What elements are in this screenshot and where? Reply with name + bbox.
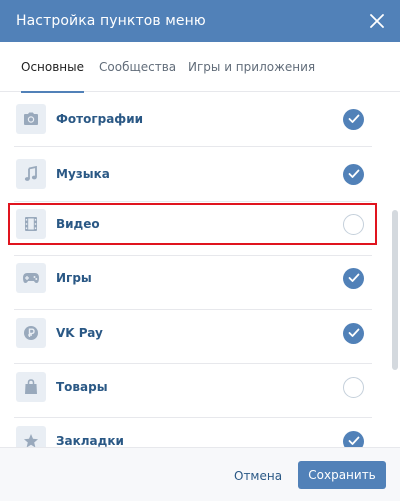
modal-title: Настройка пунктов меню [16,13,206,29]
menu-item-games[interactable]: Игры [0,251,386,305]
scrollbar[interactable] [390,92,400,447]
vkpay-icon [24,326,38,340]
item-label: Видео [56,217,100,231]
star-icon [24,434,38,447]
item-icon-box [16,372,46,402]
item-icon-box [16,318,46,348]
tab-games-apps[interactable]: Игры и приложения [188,42,315,92]
item-checkbox-unchecked[interactable] [343,376,364,398]
scrollbar-thumb[interactable] [392,210,398,370]
menu-items-list: Фотографии Музыка Видео Игры VK Pay Това… [0,92,386,447]
modal-footer: Отмена Сохранить [0,447,400,501]
modal-header: Настройка пунктов меню [0,0,400,42]
menu-item-bookmarks[interactable]: Закладки [0,414,386,447]
tab-main[interactable]: Основные [21,42,85,93]
close-button[interactable] [364,8,390,34]
item-icon-box [16,263,46,293]
item-icon-box [16,159,46,189]
item-checkbox-checked[interactable] [343,267,364,289]
item-label: Музыка [56,167,110,181]
item-checkbox-checked[interactable] [343,108,364,130]
menu-item-video[interactable]: Видео [0,197,386,251]
checkmark-icon [348,273,359,282]
tab-label: Игры и приложения [188,60,316,74]
music-note-icon [24,166,37,181]
item-icon-box [16,104,46,134]
checkmark-icon [348,328,359,337]
tab-label: Основные [21,60,85,74]
item-checkbox-checked[interactable] [343,430,364,447]
checkmark-icon [348,114,359,123]
shopping-bag-icon [25,379,37,394]
film-icon [25,217,37,231]
item-icon-box [16,426,46,447]
item-label: VK Pay [56,326,103,340]
checkmark-icon [348,169,359,178]
tab-label: Сообщества [99,60,177,74]
menu-item-music[interactable]: Музыка [0,147,386,201]
save-button[interactable]: Сохранить [298,461,386,489]
item-label: Закладки [56,434,124,447]
item-checkbox-checked[interactable] [343,163,364,185]
close-icon [370,14,384,28]
tab-communities[interactable]: Сообщества [99,42,176,92]
item-icon-box [16,209,46,239]
item-label: Товары [56,380,108,394]
item-label: Фотографии [56,112,144,126]
cancel-button[interactable]: Отмена [225,462,291,490]
camera-icon [24,112,38,125]
item-checkbox-unchecked[interactable] [343,213,364,235]
item-checkbox-checked[interactable] [343,322,364,344]
menu-item-vk-pay[interactable]: VK Pay [0,306,386,360]
tab-bar: Основные Сообщества Игры и приложения [0,42,400,93]
menu-item-goods[interactable]: Товары [0,360,386,414]
gamepad-icon [23,273,39,283]
item-label: Игры [56,271,92,285]
checkmark-icon [348,436,359,445]
menu-item-photos[interactable]: Фотографии [0,92,386,146]
